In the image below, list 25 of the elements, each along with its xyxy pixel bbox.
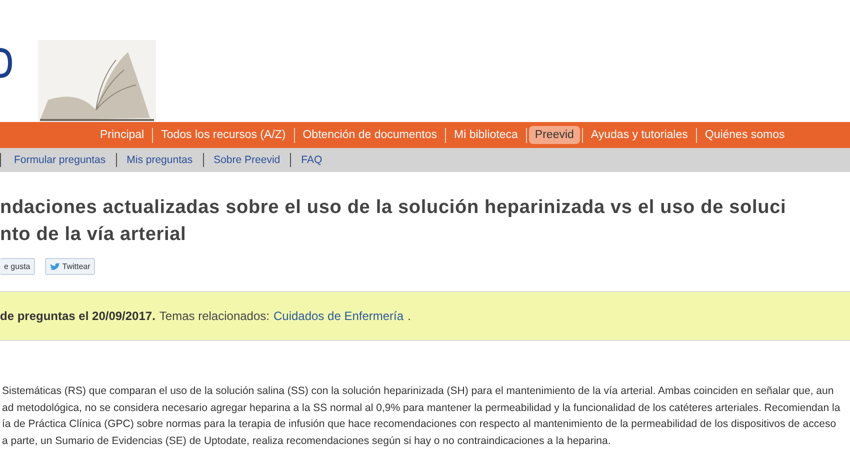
like-button[interactable]: e gusta bbox=[0, 258, 36, 275]
paragraph-line: ía de Práctica Clínica (GPC) sobre normas para la terapia de infusión que hace recomendaciones con respecto al mantenimiento de la permeabilidad de los dispositivos de acceso bbox=[2, 417, 838, 432]
nav-link[interactable]: Mi biblioteca bbox=[448, 126, 524, 144]
nav-link[interactable]: Principal bbox=[94, 126, 150, 144]
logo-icon bbox=[0, 46, 14, 80]
notice-period: . bbox=[408, 309, 411, 323]
nav-link[interactable]: Ayudas y tutoriales bbox=[584, 126, 694, 144]
tweet-button[interactable]: Twittear bbox=[45, 258, 96, 275]
paragraph-line: a parte, un Sumario de Evidencias (SE) de Uptodate, realiza recomendaciones según si hay o no contraindicaciones a la heparina. bbox=[2, 434, 612, 450]
paragraph-line: Sistemáticas (RS) que comparan el uso de la solución salina (SS) con la solución heparinizada (SH) para el mantenimiento de la vía arterial. Ambas coinciden en señalar que, aun bbox=[2, 384, 835, 399]
nav-link[interactable]: Obtención de documentos bbox=[296, 126, 443, 144]
article-title: nto de la vía arterial bbox=[0, 223, 188, 247]
topic-link[interactable]: Cuidados de Enfermería bbox=[273, 309, 404, 323]
notice-label: Temas relacionados: bbox=[159, 309, 270, 323]
nav-link[interactable]: Preevid bbox=[528, 126, 580, 144]
nav-link[interactable]: Todos los recursos (A/Z) bbox=[155, 126, 292, 144]
sub-nav-link[interactable]: FAQ bbox=[291, 154, 332, 166]
nav-link[interactable]: Quiénes somos bbox=[698, 126, 791, 144]
notice-date: de preguntas el 20/09/2017. bbox=[0, 309, 156, 323]
paragraph-line: ad metodológica, no se considera necesario agregar heparina a la SS normal al 0,9% para mantener la permeabilidad y la funcionalidad de los catéteres arteriales. Recomiendan la bbox=[2, 400, 842, 416]
article-title: ndaciones actualizadas sobre el uso de la solución heparinizada vs el uso de soluci bbox=[0, 196, 788, 220]
sub-nav-link[interactable]: Formular preguntas bbox=[4, 154, 116, 166]
sub-nav-link[interactable]: Sobre Preevid bbox=[204, 154, 290, 166]
bird-icon bbox=[50, 262, 60, 270]
sub-nav-link[interactable]: Mis preguntas bbox=[116, 154, 203, 166]
